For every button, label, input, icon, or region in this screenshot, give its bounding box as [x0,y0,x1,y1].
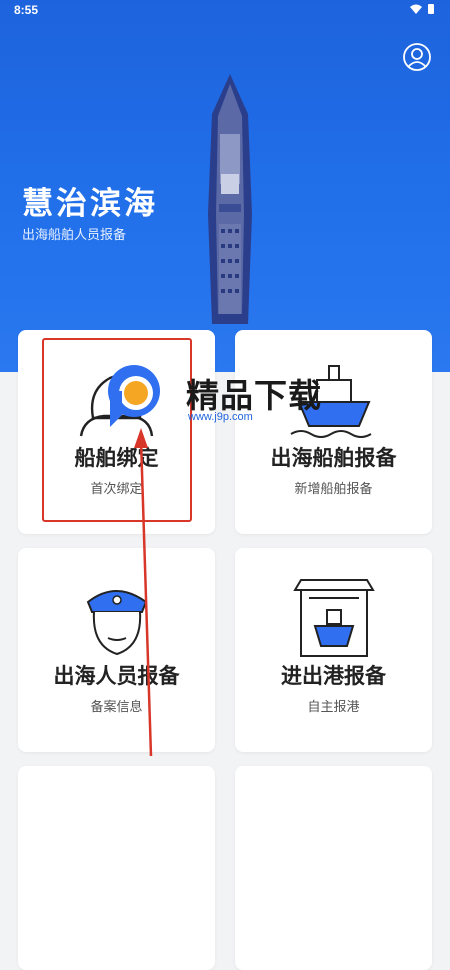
card-title: 进出港报备 [281,664,386,688]
card-title: 出海船舶报备 [270,446,397,470]
hero-banner: 8:55 慧治滨海 出海船舶人员报备 [0,0,450,372]
status-bar: 8:55 [0,0,450,20]
harbor-gate-icon [293,579,375,657]
battery-icon [428,4,434,14]
watermark-url: www.j9p.com [188,411,253,423]
wifi-icon [410,4,422,14]
card-subtitle: 新增船舶报备 [294,482,373,497]
card-title: 出海人员报备 [53,664,180,688]
sailor-icon [86,590,148,656]
app-title: 慧治滨海 [22,186,158,222]
app-subtitle: 出海船舶人员报备 [22,228,127,243]
system-icons [408,3,438,18]
ship-illustration [208,74,252,324]
card-partial-right[interactable] [235,766,432,970]
user-circle-icon[interactable] [402,42,432,72]
card-subtitle: 自主报港 [307,700,360,715]
watermark: 精品下载 www.j9p.com [98,355,358,435]
status-time: 8:55 [14,3,39,17]
watermark-logo-icon [108,365,160,427]
card-port-report[interactable]: 进出港报备 自主报港 [235,548,432,752]
card-partial-left[interactable] [18,766,215,970]
card-subtitle: 备案信息 [90,700,143,715]
card-crew-report[interactable]: 出海人员报备 备案信息 [18,548,215,752]
watermark-text: 精品下载 [186,376,322,415]
